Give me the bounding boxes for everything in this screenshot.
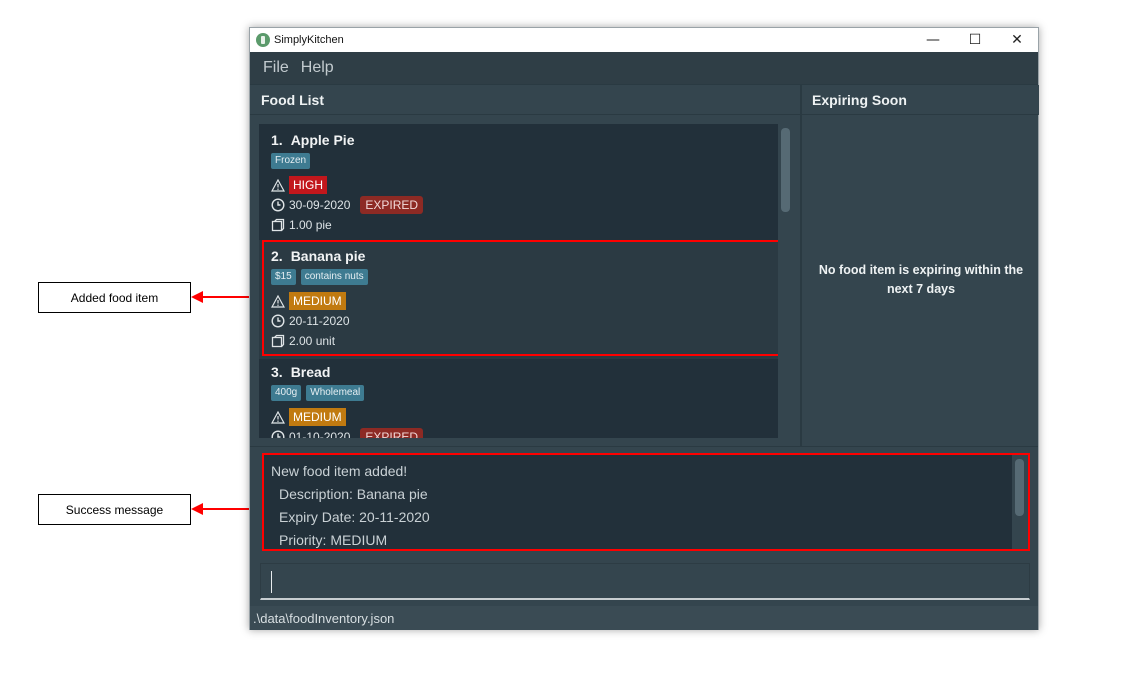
priority-row: HIGH <box>271 175 766 195</box>
minimize-button[interactable]: — <box>912 28 954 52</box>
food-item-index: 3. <box>271 364 283 380</box>
text-caret <box>271 571 272 593</box>
expired-badge: EXPIRED <box>360 196 424 214</box>
tag-list: 400g Wholemeal <box>271 385 766 401</box>
added-item-highlight <box>262 240 780 356</box>
maximize-button[interactable]: ☐ <box>954 28 996 52</box>
expiring-soon-header: Expiring Soon <box>801 85 1039 115</box>
quantity-row: 1.00 pie <box>271 215 766 235</box>
window-title: SimplyKitchen <box>274 34 344 46</box>
expiry-date: 01-10-2020 <box>289 430 351 438</box>
divider <box>250 446 1038 447</box>
tag: 400g <box>271 385 302 401</box>
panel-divider <box>800 85 802 446</box>
minimize-icon: — <box>926 32 940 48</box>
app-logo-icon <box>256 33 270 47</box>
box-icon <box>271 218 285 232</box>
expiry-row: 01-10-2020 EXPIRED <box>271 427 766 438</box>
quantity: 1.00 pie <box>289 218 332 232</box>
app-window: SimplyKitchen — ☐ ✕ File Help Food List … <box>249 27 1039 630</box>
close-button[interactable]: ✕ <box>996 28 1038 52</box>
title-bar: SimplyKitchen — ☐ ✕ <box>250 28 1038 52</box>
warning-icon <box>271 410 285 424</box>
priority-badge: HIGH <box>289 176 327 194</box>
annotation-added-food-item: Added food item <box>38 282 191 313</box>
annotation-label: Success message <box>65 502 164 517</box>
food-item-name: Bread <box>290 364 331 380</box>
divider <box>250 114 1038 115</box>
success-message-highlight <box>262 453 1030 551</box>
expiring-soon-title: Expiring Soon <box>812 92 907 108</box>
tag: Frozen <box>271 153 311 169</box>
food-list-scroll-thumb[interactable] <box>781 128 790 212</box>
expired-badge: EXPIRED <box>360 428 424 438</box>
clock-icon <box>271 430 285 438</box>
expiry-date: 30-09-2020 <box>289 198 351 212</box>
food-item-name: Apple Pie <box>290 132 355 148</box>
clock-icon <box>271 198 285 212</box>
food-item-title: 1. Apple Pie <box>271 132 766 148</box>
tag: Wholemeal <box>306 385 365 401</box>
food-item-card[interactable]: 3. Bread 400g Wholemeal MEDIUM 01-10-2020… <box>259 356 778 438</box>
menu-bar: File Help <box>250 52 1038 84</box>
window-controls: — ☐ ✕ <box>912 28 1038 52</box>
tag-list: Frozen <box>271 153 766 169</box>
expiring-empty-message: No food item is expiring within the next… <box>818 263 1024 296</box>
maximize-icon: ☐ <box>968 32 982 48</box>
menu-file[interactable]: File <box>263 59 289 77</box>
warning-icon <box>271 178 285 192</box>
status-bar: .\data\foodInventory.json <box>250 606 1038 630</box>
priority-row: MEDIUM <box>271 407 766 427</box>
food-item-index: 1. <box>271 132 283 148</box>
annotation-success-message: Success message <box>38 494 191 525</box>
command-input[interactable] <box>260 563 1030 600</box>
food-item-card[interactable]: 1. Apple Pie Frozen HIGH 30-09-2020 EXPIR… <box>259 124 778 243</box>
food-list-header: Food List <box>250 85 800 115</box>
food-item-title: 3. Bread <box>271 364 766 380</box>
close-icon: ✕ <box>1011 32 1023 48</box>
save-file-path: .\data\foodInventory.json <box>253 610 395 626</box>
expiry-row: 30-09-2020 EXPIRED <box>271 195 766 215</box>
priority-badge: MEDIUM <box>289 408 346 426</box>
menu-help[interactable]: Help <box>301 59 334 77</box>
annotation-label: Added food item <box>70 290 159 305</box>
food-list-title: Food List <box>261 92 324 108</box>
